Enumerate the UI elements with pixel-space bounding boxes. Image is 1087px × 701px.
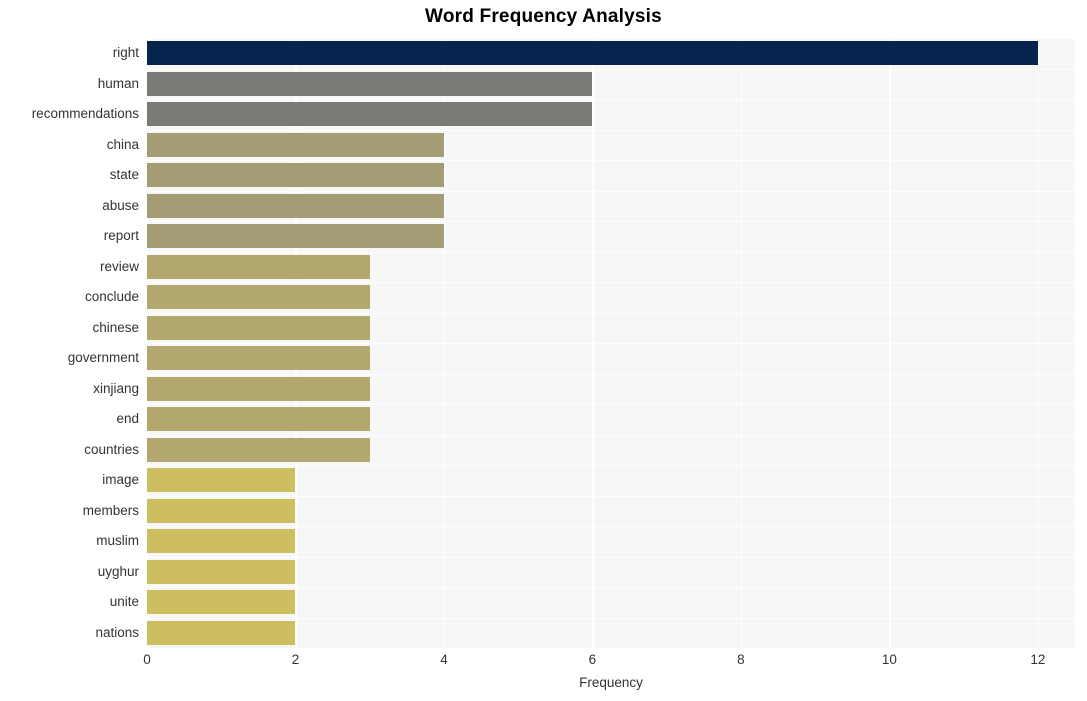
y-axis-tick-label: unite [109,594,139,610]
y-axis-tick-label: conclude [84,289,139,305]
y-axis-tick-label: nations [95,624,139,640]
y-axis-tick-label: uyghur [97,563,139,579]
x-axis-tick-labels: 0 2 4 6 8 10 12 [0,652,1087,674]
y-axis-tick-label: end [116,411,139,427]
x-axis-tick-label: 6 [588,652,597,667]
y-axis-tick-label: right [112,45,139,61]
chart-title: Word Frequency Analysis [425,6,662,27]
y-axis-tick-label: review [99,258,139,274]
x-axis-tick-label: 12 [1030,652,1046,667]
y-axis-tick-label: report [103,228,139,244]
y-axis-tick-label: muslim [96,533,139,549]
y-axis-tick-label: government [67,350,139,366]
y-axis-tick-label: china [106,136,139,152]
y-axis-tick-label: members [82,502,139,518]
y-axis-tick-label: state [109,167,139,183]
x-axis-label: Frequency [579,675,643,690]
y-axis-tick-label: recommendations [31,106,139,122]
y-axis-tick-label: abuse [102,197,139,213]
y-axis-tick-label: human [97,75,139,91]
y-axis-tick-label: countries [84,441,139,457]
y-axis-tick-label: chinese [92,319,139,335]
x-axis-tick-label: 2 [291,652,300,667]
y-axis-tick-label: xinjiang [93,380,139,396]
x-axis-tick-label: 4 [440,652,448,667]
y-axis-tick-label: image [102,472,139,488]
chart-figure: Word Frequency Analysis right human recomm… [0,0,1087,701]
y-axis-tick-labels: right human recommendations china state abuse… [0,38,1087,648]
x-axis-tick-label: 0 [143,652,151,667]
x-axis-tick-label: 10 [881,652,897,667]
x-axis-tick-label: 8 [737,652,745,667]
